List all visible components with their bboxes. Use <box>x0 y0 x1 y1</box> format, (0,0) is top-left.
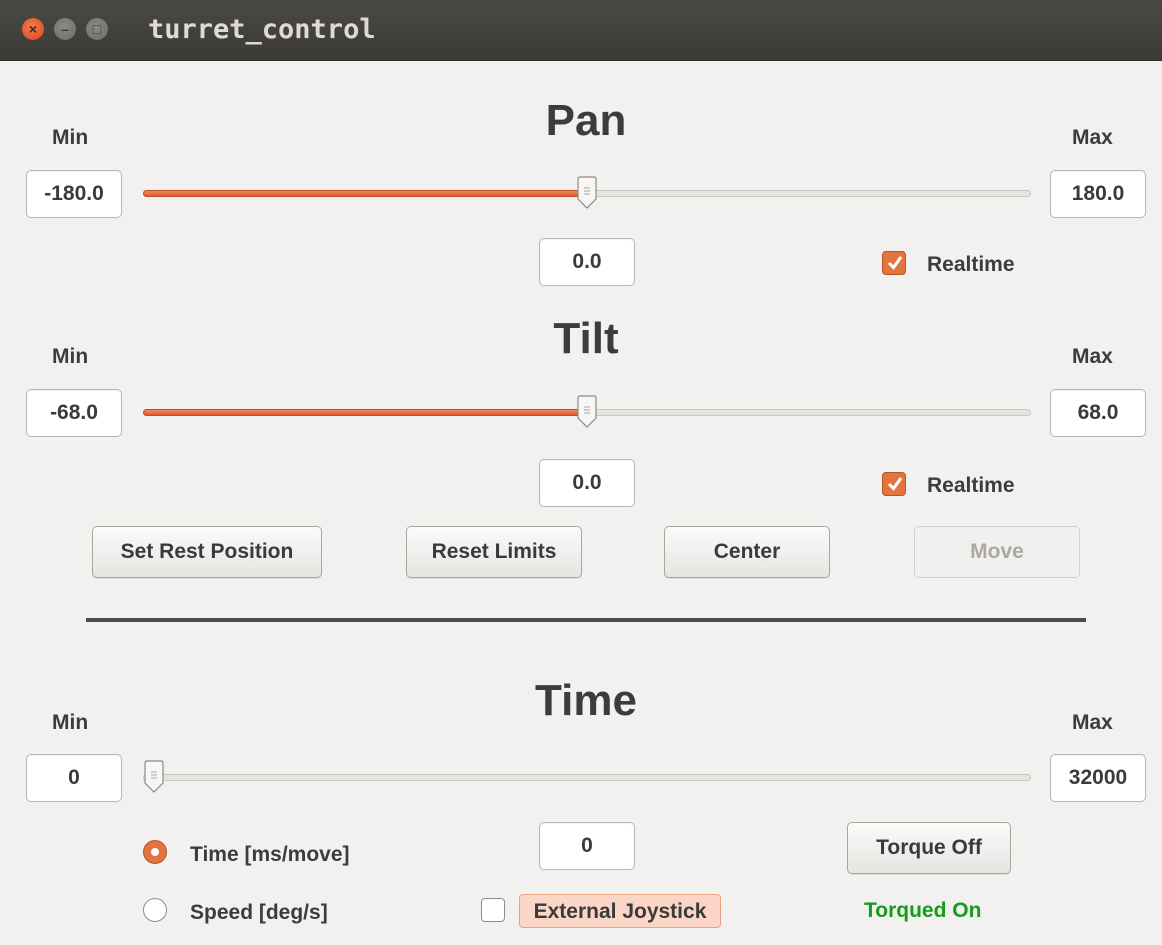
minimize-icon: – <box>61 21 69 37</box>
tilt-realtime-label: Realtime <box>927 474 1015 497</box>
pan-realtime-checkbox[interactable] <box>882 251 906 275</box>
pan-max-label: Max <box>1072 126 1113 149</box>
torque-off-button[interactable]: Torque Off <box>847 822 1011 874</box>
time-slider-handle[interactable] <box>143 760 165 794</box>
center-button[interactable]: Center <box>664 526 830 578</box>
external-joystick-checkbox[interactable] <box>481 898 505 922</box>
time-min-label: Min <box>52 711 89 734</box>
pan-title: Pan <box>545 96 627 145</box>
tilt-value-input[interactable]: 0.0 <box>539 459 635 507</box>
close-icon: × <box>28 21 38 37</box>
tilt-max-input[interactable]: 68.0 <box>1050 389 1146 437</box>
maximize-window-button[interactable]: □ <box>86 18 108 40</box>
pan-min-label: Min <box>52 126 89 149</box>
pan-realtime-label: Realtime <box>927 253 1015 276</box>
time-max-input[interactable]: 32000 <box>1050 754 1146 802</box>
tilt-slider[interactable] <box>143 395 1031 431</box>
time-value-input[interactable]: 0 <box>539 822 635 870</box>
time-min-input[interactable]: 0 <box>26 754 122 802</box>
time-max-label: Max <box>1072 711 1113 734</box>
speed-mode-label: Speed [deg/s] <box>190 901 328 924</box>
pan-min-input[interactable]: -180.0 <box>26 170 122 218</box>
move-button[interactable]: Move <box>914 526 1080 578</box>
checkmark-icon <box>887 477 903 491</box>
section-divider <box>86 618 1086 622</box>
torque-status: Torqued On <box>864 899 982 922</box>
time-slider-track <box>143 774 1031 781</box>
tilt-slider-fill <box>143 409 587 416</box>
tilt-max-label: Max <box>1072 345 1113 368</box>
time-mode-label: Time [ms/move] <box>190 843 350 866</box>
minimize-window-button[interactable]: – <box>54 18 76 40</box>
speed-mode-radio[interactable] <box>143 898 167 922</box>
window-title: turret_control <box>148 14 376 45</box>
time-mode-radio[interactable] <box>143 840 167 864</box>
pan-slider-handle[interactable] <box>576 176 598 210</box>
tilt-title: Tilt <box>553 314 619 363</box>
close-window-button[interactable]: × <box>22 18 44 40</box>
pan-value-input[interactable]: 0.0 <box>539 238 635 286</box>
title-bar: × – □ turret_control <box>0 0 1162 61</box>
tilt-min-input[interactable]: -68.0 <box>26 389 122 437</box>
time-slider[interactable] <box>143 760 1031 796</box>
radio-dot-icon <box>151 848 159 856</box>
pan-slider-fill <box>143 190 587 197</box>
reset-limits-button[interactable]: Reset Limits <box>406 526 582 578</box>
checkmark-icon <box>887 256 903 270</box>
pan-slider[interactable] <box>143 176 1031 212</box>
maximize-icon: □ <box>92 21 102 37</box>
external-joystick-label[interactable]: External Joystick <box>519 894 721 928</box>
set-rest-position-button[interactable]: Set Rest Position <box>92 526 322 578</box>
time-title: Time <box>535 676 637 725</box>
tilt-min-label: Min <box>52 345 89 368</box>
pan-max-input[interactable]: 180.0 <box>1050 170 1146 218</box>
tilt-realtime-checkbox[interactable] <box>882 472 906 496</box>
tilt-slider-handle[interactable] <box>576 395 598 429</box>
